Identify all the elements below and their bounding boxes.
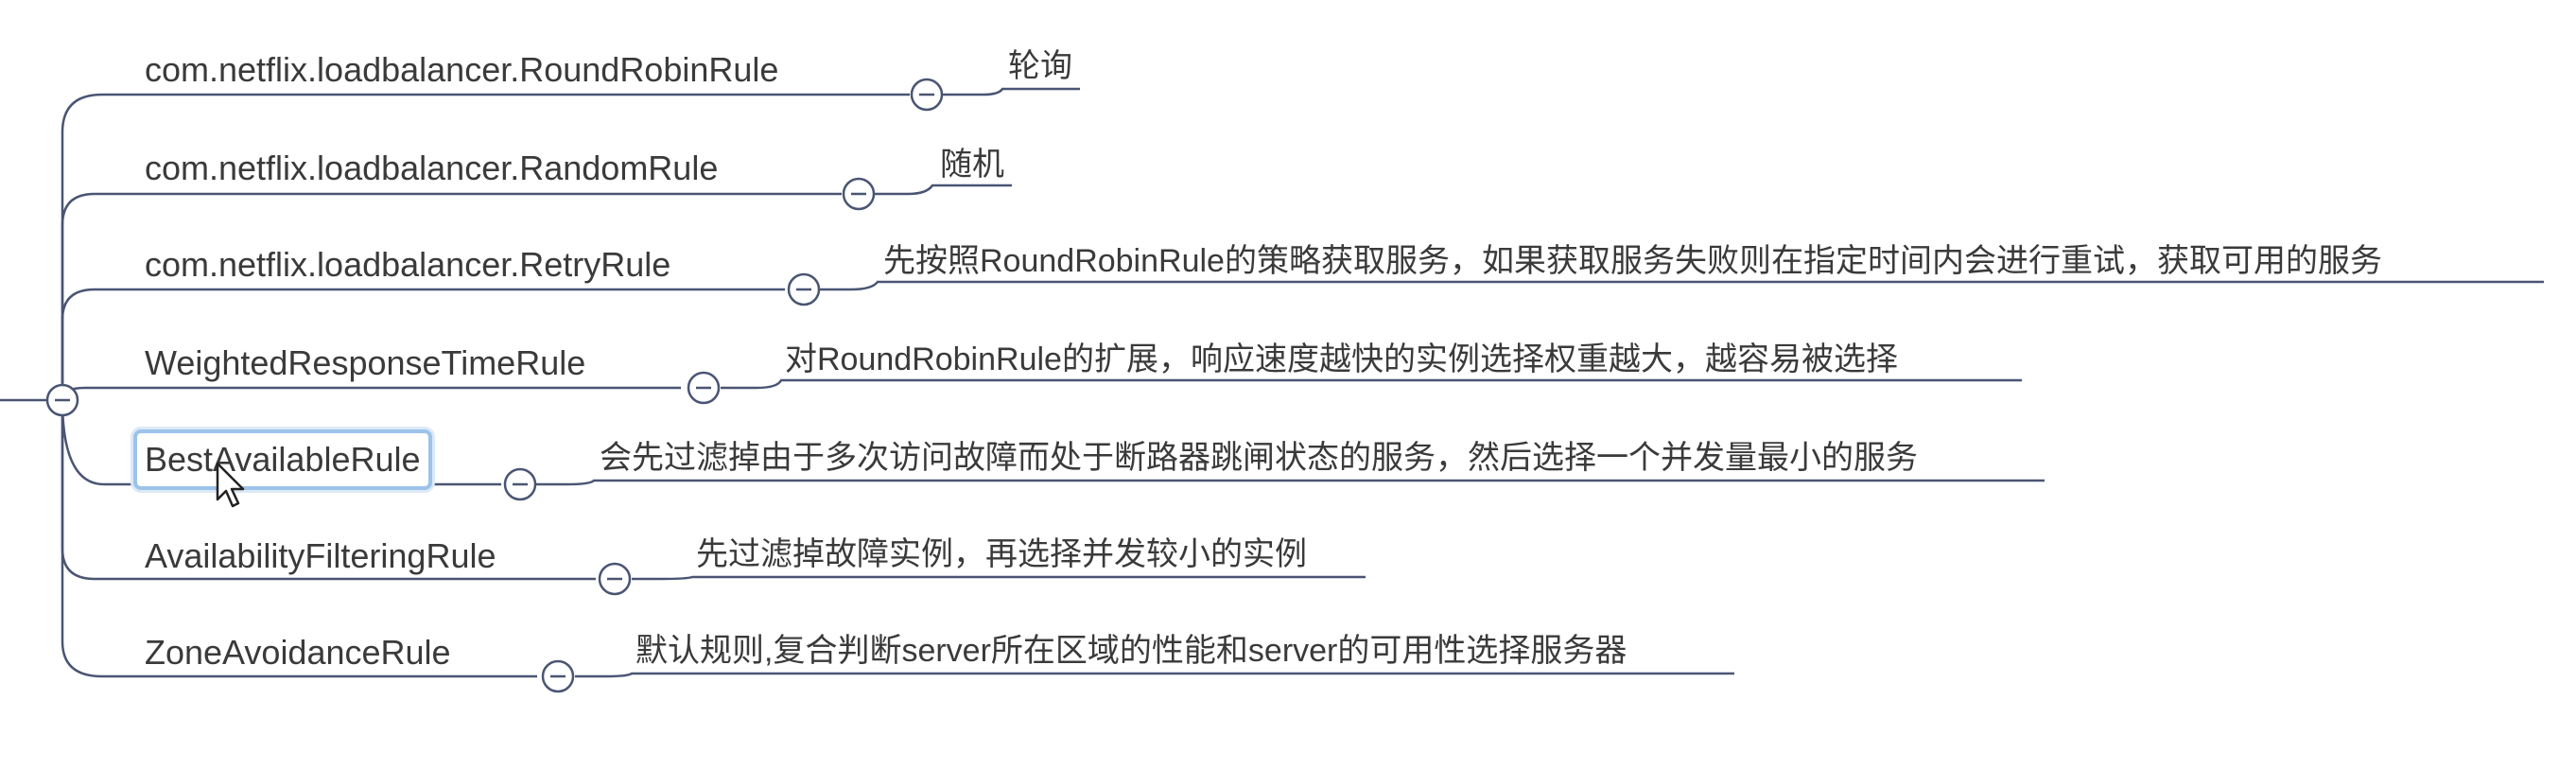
topic-availability-filtering-rule[interactable]: AvailabilityFilteringRule [145,535,496,577]
topic-random-rule[interactable]: com.netflix.loadbalancer.RandomRule [145,148,718,189]
topic-retry-rule[interactable]: com.netflix.loadbalancer.RetryRule [145,244,670,286]
minus-circle-icon[interactable] [910,78,944,112]
note-random[interactable]: 随机 [940,144,1004,185]
minus-circle-icon[interactable] [541,659,575,693]
note-availability-filtering[interactable]: 先过滤掉故障实例，再选择并发较小的实例 [696,534,1307,575]
minus-circle-icon[interactable] [842,177,876,211]
note-roundrobin[interactable]: 轮询 [1008,45,1072,87]
topic-best-available-rule[interactable]: BestAvailableRule [133,429,432,490]
note-retry[interactable]: 先按照RoundRobinRule的策略获取服务，如果获取服务失败则在指定时间内… [883,240,2382,282]
topic-roundrobin-rule[interactable]: com.netflix.loadbalancer.RoundRobinRule [145,49,778,91]
minus-circle-icon[interactable] [787,272,821,306]
topic-zone-avoidance-rule[interactable]: ZoneAvoidanceRule [145,632,451,674]
minus-circle-icon[interactable] [598,562,632,596]
topic-weighted-response-time-rule[interactable]: WeightedResponseTimeRule [145,342,585,384]
minus-circle-icon[interactable] [503,467,537,501]
mouse-cursor-icon [216,462,245,508]
minus-circle-icon[interactable] [45,383,79,417]
note-zone-avoidance[interactable]: 默认规则,复合判断server所在区域的性能和server的可用性选择服务器 [635,630,1627,672]
note-weighted-response-time[interactable]: 对RoundRobinRule的扩展，响应速度越快的实例选择权重越大，越容易被选… [785,339,1898,380]
minus-circle-icon[interactable] [687,371,721,405]
note-best-available[interactable]: 会先过滤掉由于多次访问故障而处于断路器跳闸状态的服务，然后选择一个并发量最小的服… [600,437,1918,479]
